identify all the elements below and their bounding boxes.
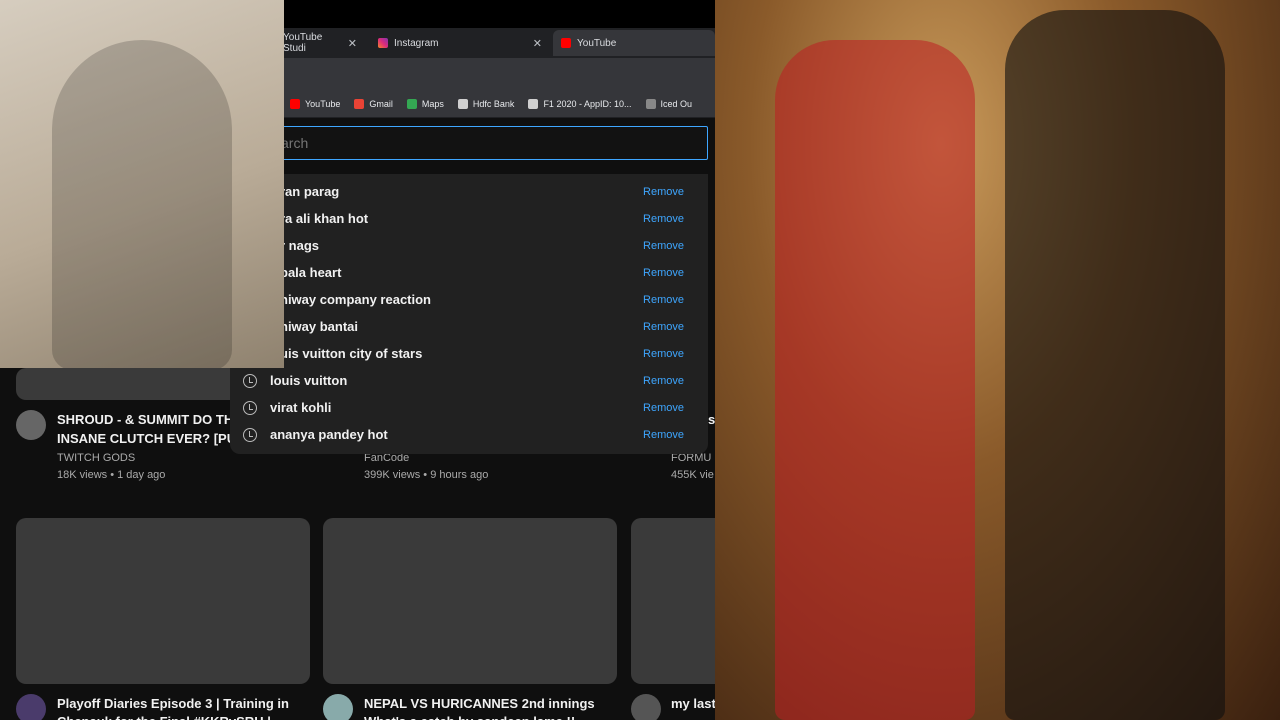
history-item[interactable]: louis vuitton Remove <box>230 367 708 394</box>
hdfc-icon <box>457 98 468 109</box>
tab-label: Instagram <box>394 37 439 49</box>
remove-button[interactable]: Remove <box>643 375 684 387</box>
video-title[interactable]: Playoff Diaries Episode 3 | Training in <box>57 694 307 713</box>
screen: YouTube Studi ✕ Instagram ✕ YouTube YouT… <box>0 0 1280 720</box>
video-title[interactable]: NEPAL VS HURICANNES 2nd innings <box>364 694 614 713</box>
remove-button[interactable]: Remove <box>643 429 684 441</box>
history-item[interactable]: uis vuitton city of stars Remove <box>230 340 708 367</box>
history-icon <box>243 400 257 415</box>
video-meta: 18K views • 1 day ago <box>57 469 166 481</box>
video-title[interactable]: my last <box>671 694 715 713</box>
channel-avatar[interactable] <box>16 410 46 440</box>
channel-avatar[interactable] <box>16 694 46 720</box>
bookmark-maps[interactable]: Maps <box>406 98 444 109</box>
tab-youtube[interactable]: YouTube <box>553 30 715 56</box>
video-title[interactable]: s <box>708 410 715 429</box>
history-item[interactable]: ananya pandey hot Remove <box>230 421 708 448</box>
history-item[interactable]: pala heart Remove <box>230 259 708 286</box>
remove-button[interactable]: Remove <box>643 213 684 225</box>
history-item[interactable]: niway company reaction Remove <box>230 286 708 313</box>
video-title-line2[interactable]: Chepauk for the Final #KKRvSRH | <box>57 712 307 720</box>
history-item[interactable]: ra ali khan hot Remove <box>230 205 708 232</box>
video-title-line2[interactable]: What's a catch by sandeep lame !! <box>364 712 614 720</box>
person-placeholder <box>775 40 975 720</box>
video-title-line2[interactable]: INSANE CLUTCH EVER? [PU <box>57 429 232 448</box>
remove-button[interactable]: Remove <box>643 321 684 333</box>
video-title[interactable]: SHROUD - & SUMMIT DO TH <box>57 410 232 429</box>
tab-instagram[interactable]: Instagram ✕ <box>370 30 550 56</box>
remove-button[interactable]: Remove <box>643 267 684 279</box>
search-box <box>240 126 708 160</box>
channel-name[interactable]: TWITCH GODS <box>57 452 135 464</box>
browser-capture: YouTube Studi ✕ Instagram ✕ YouTube YouT… <box>0 0 715 720</box>
close-icon[interactable]: ✕ <box>533 37 542 50</box>
history-item[interactable]: virat kohli Remove <box>230 394 708 421</box>
photo-panel <box>715 0 1280 720</box>
remove-button[interactable]: Remove <box>643 348 684 360</box>
history-item[interactable]: niway bantai Remove <box>230 313 708 340</box>
tab-label: YouTube Studi <box>283 32 323 54</box>
maps-icon <box>406 98 417 109</box>
bookmark-iced[interactable]: Iced Ou <box>645 98 692 109</box>
search-suggestions: ran parag Remove ra ali khan hot Remove r … <box>230 174 708 454</box>
bookmark-gmail[interactable]: Gmail <box>354 98 393 109</box>
webcam-overlay <box>0 0 284 368</box>
person-placeholder <box>52 40 232 368</box>
close-icon[interactable]: ✕ <box>348 37 357 50</box>
video-thumbnail[interactable] <box>631 518 715 684</box>
youtube-icon <box>561 38 571 48</box>
gmail-icon <box>354 98 365 109</box>
history-icon <box>243 427 257 442</box>
remove-button[interactable]: Remove <box>643 294 684 306</box>
remove-button[interactable]: Remove <box>643 186 684 198</box>
bookmark-hdfc[interactable]: Hdfc Bank <box>457 98 514 109</box>
youtube-icon <box>290 98 300 109</box>
bookmark-youtube[interactable]: YouTube <box>290 98 340 109</box>
instagram-icon <box>378 38 388 48</box>
search-input[interactable] <box>241 127 707 159</box>
iced-icon <box>645 98 656 109</box>
channel-avatar[interactable] <box>631 694 661 720</box>
video-thumbnail[interactable] <box>323 518 617 684</box>
video-thumbnail[interactable] <box>16 518 310 684</box>
remove-button[interactable]: Remove <box>643 402 684 414</box>
video-meta: 399K views • 9 hours ago <box>364 469 489 481</box>
history-icon <box>243 373 257 388</box>
remove-button[interactable]: Remove <box>643 240 684 252</box>
video-meta: 455K vie <box>671 469 714 481</box>
database-icon <box>528 98 539 109</box>
tab-label: YouTube <box>577 37 617 49</box>
bookmark-f1[interactable]: F1 2020 - AppID: 10... <box>528 98 632 109</box>
history-item[interactable]: ran parag Remove <box>230 178 708 205</box>
tab-youtube-studio[interactable]: YouTube Studi ✕ <box>275 30 365 56</box>
history-item[interactable]: r nags Remove <box>230 232 708 259</box>
channel-avatar[interactable] <box>323 694 353 720</box>
person-placeholder <box>1005 10 1225 720</box>
